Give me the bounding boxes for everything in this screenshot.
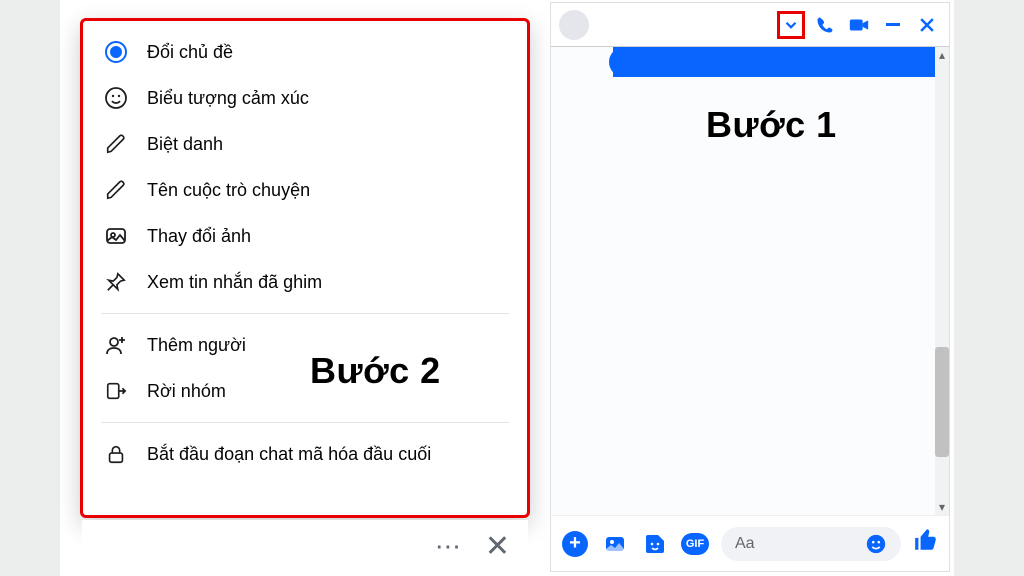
- menu-item-nicknames[interactable]: Biệt danh: [83, 121, 527, 167]
- add-attachment-button[interactable]: +: [561, 530, 589, 558]
- person-plus-icon: [103, 332, 129, 358]
- menu-item-label: Tên cuộc trò chuyện: [147, 180, 310, 201]
- chat-header: [551, 3, 949, 47]
- menu-item-chat-name[interactable]: Tên cuộc trò chuyện: [83, 167, 527, 213]
- emoji-icon[interactable]: [865, 533, 887, 555]
- menu-item-change-emoji[interactable]: Biểu tượng cảm xúc: [83, 75, 527, 121]
- scroll-up-button[interactable]: ▴: [935, 47, 949, 63]
- page-gutter-left: [0, 0, 60, 576]
- annotation-step1: Bước 1: [706, 104, 837, 146]
- sticker-button[interactable]: [641, 530, 669, 558]
- chat-settings-menu: Đổi chủ đề Biểu tượng cảm xúc Biệt danh …: [80, 18, 530, 518]
- message-placeholder: Aa: [735, 535, 755, 553]
- menu-item-add-people[interactable]: Thêm người: [83, 322, 527, 368]
- menu-item-label: Xem tin nhắn đã ghim: [147, 272, 322, 293]
- lock-icon: [103, 441, 129, 467]
- menu-item-change-photo[interactable]: Thay đổi ảnh: [83, 213, 527, 259]
- menu-item-label: Thay đổi ảnh: [147, 226, 251, 247]
- minimize-button[interactable]: [879, 11, 907, 39]
- close-button[interactable]: ✕: [485, 529, 510, 564]
- menu-divider: [101, 422, 509, 423]
- menu-item-label: Biểu tượng cảm xúc: [147, 88, 309, 109]
- menu-item-label: Rời nhóm: [147, 381, 226, 402]
- like-button[interactable]: [913, 527, 939, 560]
- menu-item-e2e-chat[interactable]: Bắt đầu đoạn chat mã hóa đầu cuối: [83, 431, 527, 477]
- scroll-down-button[interactable]: ▾: [935, 499, 949, 515]
- pencil-icon: [103, 131, 129, 157]
- scrollbar-thumb[interactable]: [935, 347, 949, 457]
- avatar[interactable]: [559, 10, 589, 40]
- leave-icon: [103, 378, 129, 404]
- pencil-icon: [103, 177, 129, 203]
- close-chat-button[interactable]: [913, 11, 941, 39]
- message-input[interactable]: Aa: [721, 527, 901, 561]
- voice-call-button[interactable]: [811, 11, 839, 39]
- menu-item-label: Bắt đầu đoạn chat mã hóa đầu cuối: [147, 444, 431, 465]
- menu-item-change-theme[interactable]: Đổi chủ đề: [83, 29, 527, 75]
- chat-message-bubble: [613, 47, 939, 77]
- menu-item-leave-group[interactable]: Rời nhóm: [83, 368, 527, 414]
- chat-composer: + GIF Aa: [551, 515, 949, 571]
- video-call-button[interactable]: [845, 11, 873, 39]
- radio-active-icon: [103, 39, 129, 65]
- smile-icon: [103, 85, 129, 111]
- contact-name[interactable]: [595, 16, 725, 34]
- chat-options-button[interactable]: [777, 11, 805, 39]
- pin-icon: [103, 269, 129, 295]
- image-gallery-button[interactable]: [601, 530, 629, 558]
- menu-divider: [101, 313, 509, 314]
- page-gutter-right: [954, 0, 1024, 576]
- chat-popup: ▴ ▾ + GIF Aa: [550, 2, 950, 572]
- annotation-step2: Bước 2: [310, 350, 441, 392]
- image-icon: [103, 223, 129, 249]
- menu-item-pinned-messages[interactable]: Xem tin nhắn đã ghim: [83, 259, 527, 305]
- menu-item-label: Đổi chủ đề: [147, 42, 233, 63]
- menu-item-label: Thêm người: [147, 335, 246, 356]
- menu-item-label: Biệt danh: [147, 134, 223, 155]
- under-menu-actions: ⋯ ✕: [82, 520, 528, 572]
- gif-button[interactable]: GIF: [681, 530, 709, 558]
